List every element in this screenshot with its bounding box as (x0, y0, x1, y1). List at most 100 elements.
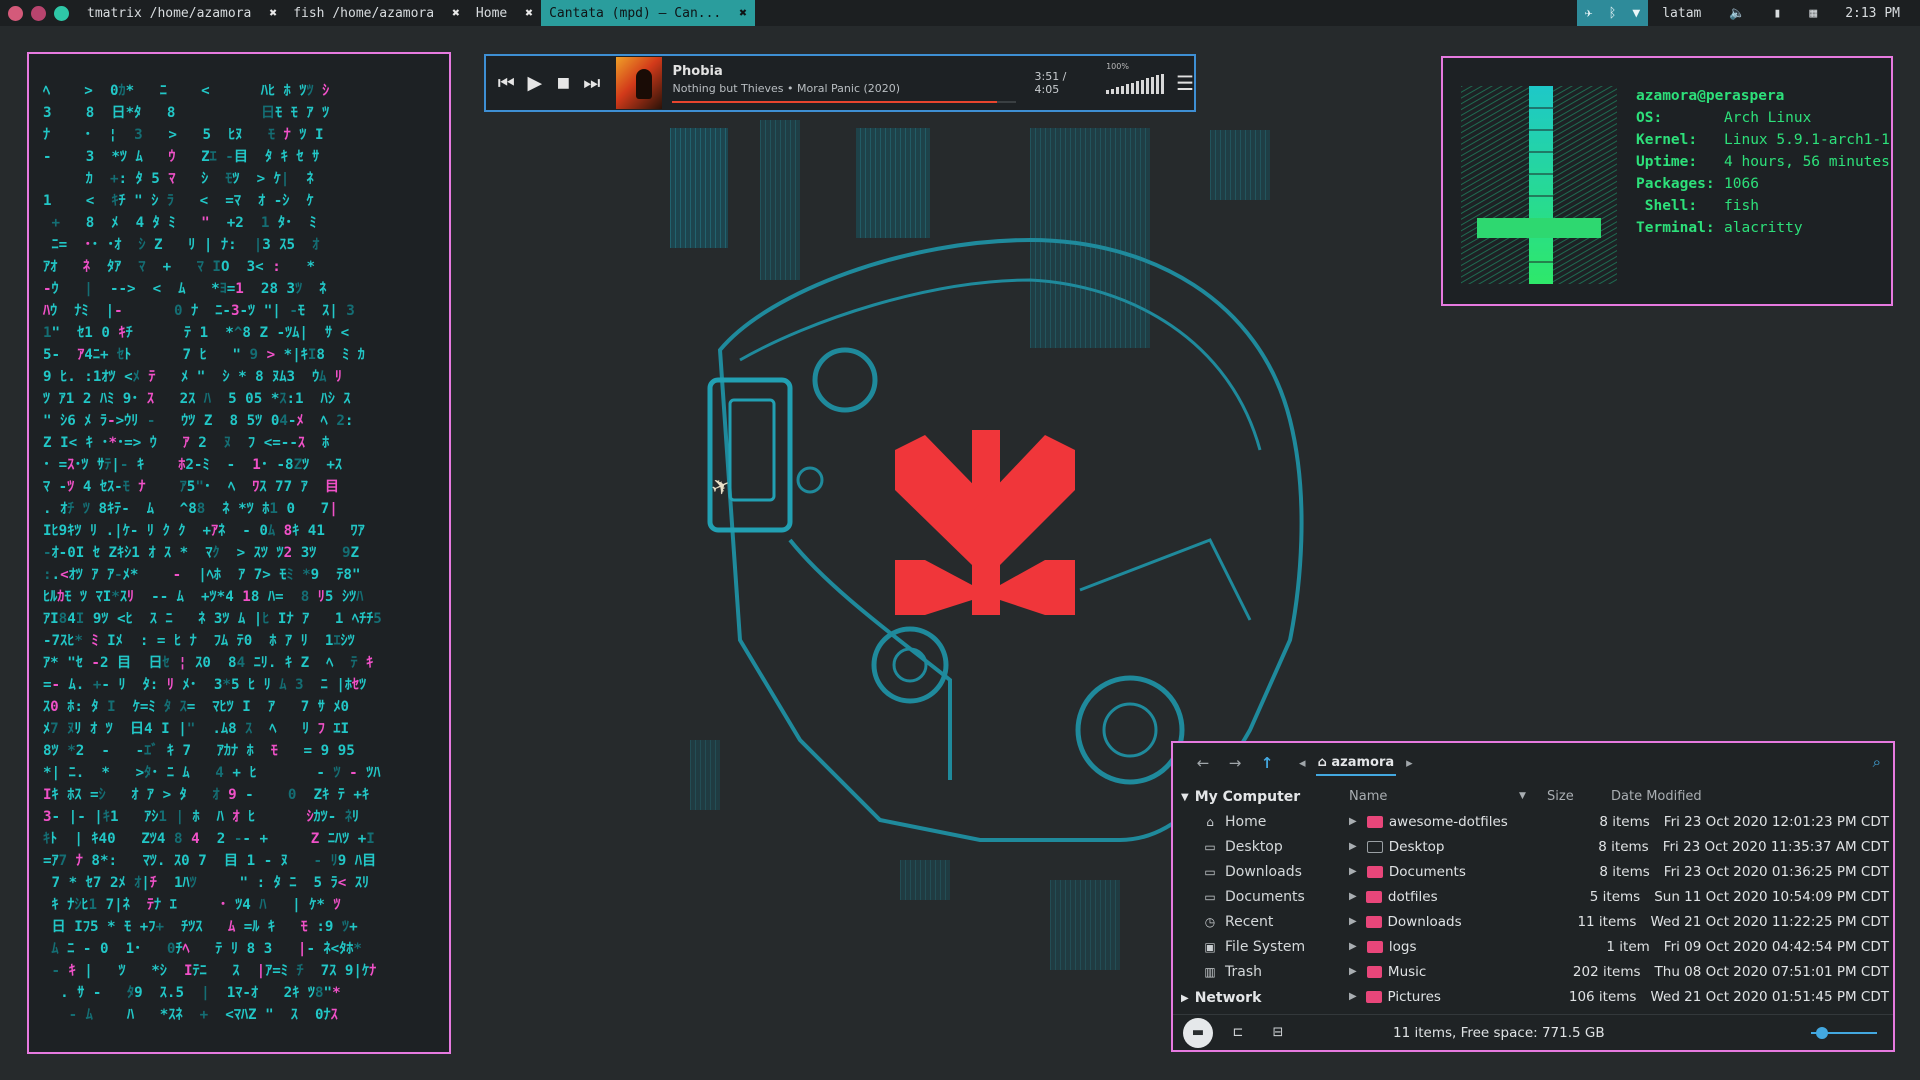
table-row[interactable]: ▶ logs 1 item Fri 09 Oct 2020 04:42:54 PM C… (1349, 934, 1889, 959)
play-icon[interactable]: ▶ (521, 67, 550, 99)
column-size[interactable]: Size (1547, 789, 1611, 804)
matrix-row: 3 8 日*ﾀ 8 日ﾓ ﾓ ｱ ﾂ (43, 105, 330, 121)
telegram-icon[interactable]: ✈ (1585, 6, 1593, 21)
file-size: 8 items (1599, 813, 1650, 830)
zoom-slider[interactable] (1811, 1027, 1877, 1039)
window-controls (0, 5, 69, 21)
column-date[interactable]: Date Modified (1611, 789, 1702, 804)
file-list: ▶ awesome-dotfiles 8 items Fri 23 Oct 2020 … (1349, 809, 1889, 1009)
keyboard-layout[interactable]: latam (1648, 6, 1715, 21)
matrix-row: Z I< ｷ ･*･=> ｳ ｱ 2 ﾇ ﾌ <=--ｽ ﾎ (43, 435, 330, 451)
chevron-right-icon: ▶ (1181, 992, 1189, 1004)
sidebar-section-network[interactable]: ▶ Network (1181, 986, 1341, 1010)
tab-close-icon[interactable]: ✖ (269, 6, 277, 21)
sidebar-item-desktop[interactable]: ▭ Desktop (1181, 834, 1341, 859)
previous-icon[interactable]: ⏮ (492, 67, 521, 99)
track-subtitle: Nothing but Thieves • Moral Panic (2020) (672, 81, 901, 95)
matrix-row: . ｵﾁ ﾂ 8ｷﾃ- ﾑ ^88 ﾈ *ﾂ ﾎ1 0 7| (43, 501, 338, 517)
hide-sidebar-icon[interactable]: ⊟ (1263, 1018, 1293, 1048)
matrix-row: 5- ｱ4ﾆ+ ｾﾄ 7 ﾋ " 9 > *|ｷI8 ﾐ ｶ (43, 347, 365, 363)
neofetch-terminal[interactable]: azamora@peraspera OS: Arch Linux Kernel: Li… (1441, 56, 1893, 306)
task-tab[interactable]: fish /home/azamora ✖ (285, 0, 468, 26)
track-info: Phobia Nothing but Thieves • Moral Panic… (672, 64, 1017, 103)
maximize-dot[interactable] (54, 5, 69, 21)
next-icon[interactable]: ⏭ (578, 67, 607, 99)
album-cover[interactable] (616, 57, 663, 109)
folder-icon (1366, 915, 1382, 928)
menu-icon[interactable]: ☰ (1176, 71, 1194, 95)
clock[interactable]: 2:13 PM (1831, 6, 1920, 21)
chevron-down-icon: ▼ (1181, 791, 1189, 803)
table-row[interactable]: ▶ dotfiles 5 items Sun 11 Oct 2020 10:54:09… (1349, 884, 1889, 909)
table-row[interactable]: ▶ Desktop 8 items Fri 23 Oct 2020 11:35:37 … (1349, 834, 1889, 859)
matrix-row: -ｳ | --> < ﾑ *ﾖ=1 28 3ﾂ ﾈ (43, 281, 327, 297)
folder-icon (1366, 815, 1383, 828)
column-headers: Name ▼ Size Date Modified (1349, 785, 1889, 807)
expand-icon[interactable]: ▶ (1349, 966, 1363, 977)
sidebar-item-trash[interactable]: ▥ Trash (1181, 959, 1341, 984)
info-value: Linux 5.9.1-arch1-1 (1724, 132, 1890, 148)
expand-icon[interactable]: ▶ (1349, 816, 1363, 827)
stop-icon[interactable]: ■ (549, 67, 578, 99)
tab-close-icon[interactable]: ✖ (452, 6, 460, 21)
track-progress-bar[interactable] (672, 100, 1017, 103)
task-tab[interactable]: tmatrix /home/azamora ✖ (79, 0, 285, 26)
forward-icon[interactable]: → (1219, 754, 1251, 772)
places-icon[interactable]: ▬ (1183, 1017, 1213, 1048)
sidebar-item-recent[interactable]: ◷ Recent (1181, 909, 1341, 934)
info-line: Uptime: 4 hours, 56 minutes (1636, 151, 1890, 173)
info-line: Kernel: Linux 5.9.1-arch1-1 (1636, 129, 1890, 151)
crumb-current[interactable]: ⌂ azamora (1315, 751, 1397, 776)
expand-icon[interactable]: ▶ (1349, 841, 1363, 852)
tab-close-icon[interactable]: ✖ (739, 6, 747, 21)
table-row[interactable]: ▶ awesome-dotfiles 8 items Fri 23 Oct 2020 … (1349, 809, 1889, 834)
sidebar-item-label: Documents (1225, 888, 1305, 905)
file-date: Fri 23 Oct 2020 11:35:37 AM CDT (1662, 838, 1889, 855)
bluetooth-icon[interactable]: ᛒ (1609, 6, 1617, 21)
expand-icon[interactable]: ▶ (1349, 891, 1362, 902)
up-icon[interactable]: ↑ (1251, 754, 1283, 772)
tab-label: tmatrix /home/azamora (87, 5, 252, 21)
sidebar-section-my-computer[interactable]: ▼ My Computer (1181, 785, 1341, 809)
sort-down-icon[interactable]: ▼ (1519, 791, 1547, 801)
file-name: Pictures (1387, 988, 1441, 1005)
minimize-dot[interactable] (31, 5, 46, 21)
close-dot[interactable] (8, 5, 23, 21)
volume-icon[interactable]: 🔈 (1715, 6, 1759, 21)
sidebar-item-downloads[interactable]: ▭ Downloads (1181, 859, 1341, 884)
folder-icon (1366, 990, 1382, 1003)
table-row[interactable]: ▶ Downloads 11 items Wed 21 Oct 2020 11:22:… (1349, 909, 1889, 934)
file-size: 8 items (1598, 838, 1649, 855)
crumb-right-arrow-icon[interactable]: ▸ (1406, 756, 1413, 771)
table-row[interactable]: ▶ Pictures 106 items Wed 21 Oct 2020 01:51:… (1349, 984, 1889, 1009)
expand-icon[interactable]: ▶ (1349, 866, 1363, 877)
search-icon[interactable]: ⌕ (1873, 753, 1881, 771)
volume-bar (1121, 85, 1125, 94)
matrix-rain: ﾍ > 0ｶ* ﾆ < ﾊﾋ ﾎ ﾂﾂ ｼ 3 8 日*ﾀ 8 日ﾓ ﾓ ｱ ﾂ ﾅ… (43, 80, 435, 1026)
table-row[interactable]: ▶ Documents 8 items Fri 23 Oct 2020 01:36:2… (1349, 859, 1889, 884)
sidebar-item-home[interactable]: ⌂ Home (1181, 809, 1341, 834)
expand-icon[interactable]: ▶ (1349, 916, 1362, 927)
expand-icon[interactable]: ▶ (1349, 991, 1362, 1002)
file-size: 5 items (1589, 888, 1641, 905)
expand-icon[interactable]: ▶ (1349, 941, 1363, 952)
layout-icon[interactable]: ▦ (1795, 6, 1831, 21)
volume-bar (1151, 76, 1155, 94)
sidebar-item-file-system[interactable]: ▣ File System (1181, 934, 1341, 959)
column-name[interactable]: Name (1349, 789, 1519, 804)
task-tab[interactable]: Home ✖ (468, 0, 541, 26)
wifi-icon[interactable]: ▼ (1632, 6, 1640, 21)
back-icon[interactable]: ← (1187, 754, 1219, 772)
battery-icon[interactable]: ▮ (1760, 6, 1796, 21)
volume-slider[interactable]: 100% (1106, 62, 1165, 94)
matrix-row: ﾍ > 0ｶ* ﾆ < ﾊﾋ ﾎ ﾂﾂ ｼ (43, 83, 330, 99)
home-icon: ⌂ (1206, 814, 1214, 829)
tmatrix-terminal[interactable]: ﾍ > 0ｶ* ﾆ < ﾊﾋ ﾎ ﾂﾂ ｼ 3 8 日*ﾀ 8 日ﾓ ﾓ ｱ ﾂ ﾅ… (27, 52, 451, 1054)
task-tab[interactable]: Cantata (mpd) – Can... ✖ (541, 0, 756, 26)
tree-icon[interactable]: ⊏ (1223, 1018, 1253, 1048)
sidebar-item-documents[interactable]: ▭ Documents (1181, 884, 1341, 909)
tab-close-icon[interactable]: ✖ (525, 6, 533, 21)
table-row[interactable]: ▶ Music 202 items Thu 08 Oct 2020 07:51:01 … (1349, 959, 1889, 984)
crumb-left-arrow-icon[interactable]: ◂ (1299, 756, 1306, 771)
matrix-row: =- ﾑ. +- ﾘ ﾀ: ﾘ ﾒ･ 3*5 ﾋ ﾘ ﾑ 3 ﾆ |ﾎｾﾂ (43, 677, 367, 693)
